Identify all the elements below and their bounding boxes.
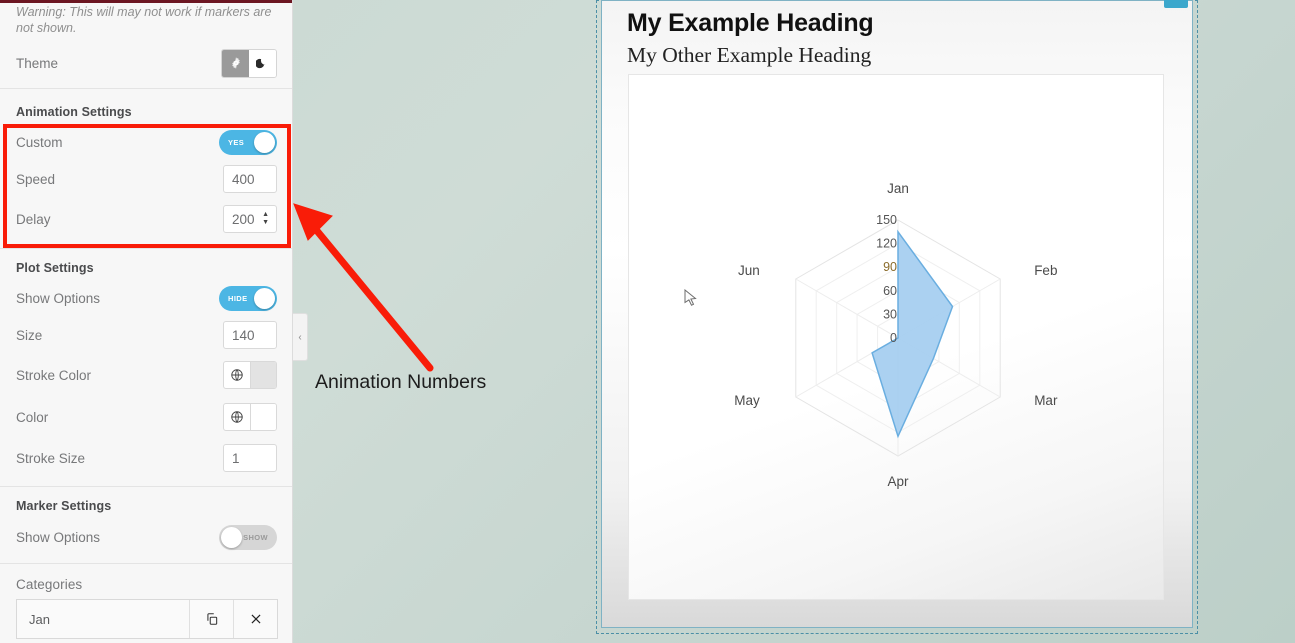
- plot-show-options-label: Show Options: [16, 290, 101, 306]
- stroke-size-value: 1: [232, 450, 240, 466]
- stroke-size-label: Stroke Size: [16, 450, 86, 466]
- divider: [0, 88, 292, 89]
- radar-axis-label: Jun: [738, 263, 760, 278]
- marker-warning-text: Warning: This will may not work if marke…: [16, 5, 272, 35]
- stroke-color-label: Stroke Color: [16, 367, 92, 383]
- toggle-knob: [254, 287, 275, 309]
- size-value: 140: [232, 327, 255, 343]
- preview-subheading: My Other Example Heading: [627, 43, 872, 67]
- size-row: Size 140: [0, 321, 292, 349]
- marker-show-options-row: Show Options SHOW: [0, 524, 292, 550]
- custom-animation-row: Custom YES: [0, 129, 292, 155]
- radar-tick-label: 0: [890, 331, 897, 345]
- section-categories: Categories: [16, 577, 83, 592]
- preview-handle-tab[interactable]: [1164, 0, 1188, 8]
- radar-tick-label: 60: [883, 284, 897, 298]
- color-swatch[interactable]: [251, 404, 276, 430]
- screen: Warning: This will may not work if marke…: [0, 0, 1295, 643]
- radar-tick-label: 90: [883, 260, 897, 274]
- size-label: Size: [16, 327, 43, 343]
- gear-icon[interactable]: [222, 49, 249, 77]
- settings-panel: Warning: This will may not work if marke…: [0, 0, 293, 643]
- stroke-color-picker[interactable]: [223, 361, 277, 389]
- preview-heading: My Example Heading: [627, 9, 874, 37]
- color-label: Color: [16, 409, 49, 425]
- delay-value: 200: [232, 211, 255, 227]
- spinner-arrows-icon[interactable]: ▲ ▼: [262, 211, 269, 226]
- delay-stepper[interactable]: 200 ▲ ▼: [223, 205, 277, 233]
- custom-animation-toggle-label: YES: [228, 137, 245, 147]
- delay-label: Delay: [16, 211, 51, 227]
- section-marker-settings: Marker Settings: [16, 499, 112, 513]
- speed-input[interactable]: 400: [223, 165, 277, 193]
- radar-tick-label: 150: [876, 213, 897, 227]
- close-icon[interactable]: [233, 600, 277, 638]
- speed-value: 400: [232, 171, 255, 187]
- stroke-color-swatch[interactable]: [251, 362, 276, 388]
- section-plot-settings: Plot Settings: [16, 261, 94, 275]
- theme-label: Theme: [16, 55, 59, 71]
- panel-top-accent: [0, 0, 292, 3]
- custom-animation-toggle[interactable]: YES: [219, 129, 277, 155]
- category-name[interactable]: Jan: [17, 612, 189, 627]
- radar-axis-label: May: [734, 393, 760, 408]
- moon-icon[interactable]: [249, 49, 276, 77]
- divider: [0, 563, 292, 564]
- globe-icon[interactable]: [224, 404, 251, 430]
- radar-chart-container[interactable]: Jan Feb Mar Apr May Jun 0 30 60 90 120 150: [628, 74, 1164, 600]
- stroke-size-input[interactable]: 1: [223, 444, 277, 472]
- divider: [0, 486, 292, 487]
- color-picker[interactable]: [223, 403, 277, 431]
- radar-axis-label: Feb: [1034, 263, 1057, 278]
- radar-tick-label: 120: [876, 237, 897, 251]
- stroke-size-row: Stroke Size 1: [0, 444, 292, 472]
- color-row: Color: [0, 403, 292, 431]
- radar-axis-label: Apr: [887, 474, 909, 489]
- custom-label: Custom: [16, 134, 63, 150]
- toggle-knob: [221, 526, 242, 548]
- globe-icon[interactable]: [224, 362, 251, 388]
- speed-label: Speed: [16, 171, 56, 187]
- toggle-knob: [254, 131, 275, 153]
- copy-icon[interactable]: [189, 600, 233, 638]
- radar-chart[interactable]: Jan Feb Mar Apr May Jun 0 30 60 90 120 150: [629, 75, 1165, 601]
- marker-show-options-toggle[interactable]: SHOW: [219, 524, 277, 550]
- stroke-color-row: Stroke Color: [0, 361, 292, 389]
- plot-show-options-toggle-label: HIDE: [228, 293, 248, 303]
- annotation-caption: Animation Numbers: [315, 371, 487, 393]
- radar-tick-label: 30: [883, 307, 897, 321]
- section-animation-settings: Animation Settings: [16, 105, 132, 119]
- plot-show-options-toggle[interactable]: HIDE: [219, 285, 277, 311]
- delay-row: Delay 200 ▲ ▼: [0, 205, 292, 233]
- category-row: Jan: [16, 599, 278, 639]
- radar-axis-label: Jan: [887, 181, 909, 196]
- size-input[interactable]: 140: [223, 321, 277, 349]
- theme-toggle-group[interactable]: [221, 48, 277, 78]
- plot-show-options-row: Show Options HIDE: [0, 285, 292, 311]
- speed-row: Speed 400: [0, 165, 292, 193]
- mouse-pointer-icon: [684, 289, 697, 306]
- marker-show-options-label: Show Options: [16, 529, 101, 545]
- divider: [0, 248, 292, 249]
- radar-axis-label: Mar: [1034, 393, 1058, 408]
- theme-row: Theme: [0, 46, 292, 80]
